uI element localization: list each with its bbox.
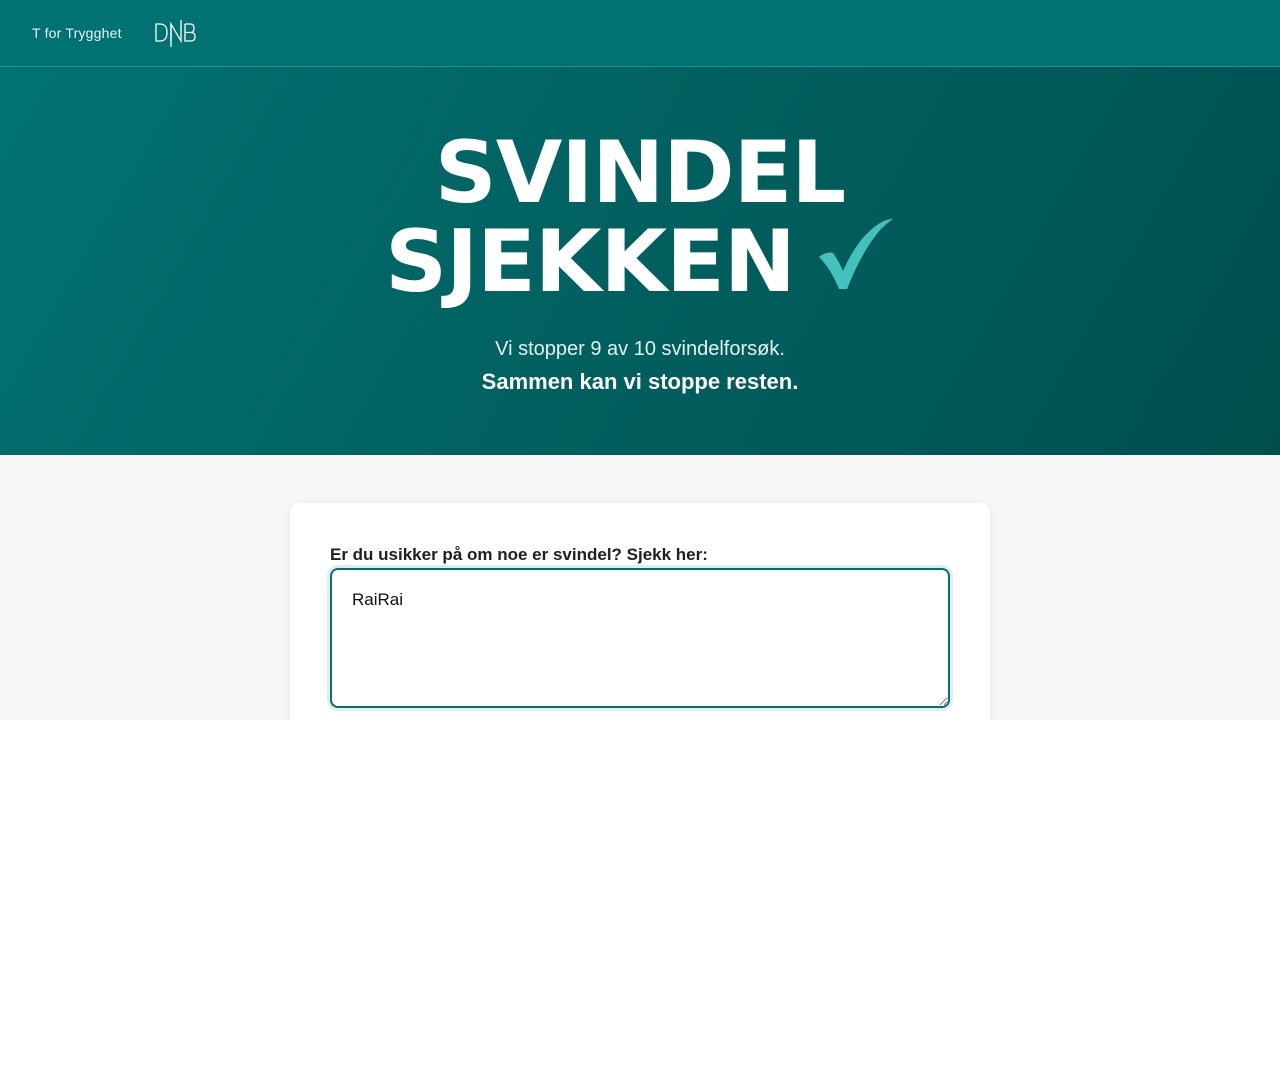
check-form-card: Er du usikker på om noe er svindel? Sjek… (290, 503, 990, 743)
hero-subtitle: Vi stopper 9 av 10 svindelforsøk. (495, 338, 785, 360)
blank-area (0, 720, 1280, 1092)
hero-title-line-1: SVINDEL (434, 123, 846, 223)
page: T for Trygghet SVINDEL SJEKKEN Vi stoppe… (0, 0, 1280, 1092)
top-bar: T for Trygghet (0, 0, 1280, 67)
content-area: Er du usikker på om noe er svindel? Sjek… (0, 455, 1280, 743)
check-textarea[interactable] (330, 568, 950, 708)
hero-title: SVINDEL SJEKKEN (385, 129, 895, 306)
hero-tagline: Sammen kan vi stoppe resten. (481, 369, 799, 394)
dnb-logo-icon (155, 20, 196, 47)
checkmark-icon (817, 217, 895, 306)
hero-banner: SVINDEL SJEKKEN Vi stopper 9 av 10 svind… (0, 67, 1280, 455)
dnb-logo[interactable] (154, 18, 198, 48)
check-field-label: Er du usikker på om noe er svindel? Sjek… (330, 545, 708, 564)
hero-title-line-2: SJEKKEN (385, 211, 796, 312)
hero-title-line-2-wrap: SJEKKEN (385, 217, 895, 306)
t-for-trygghet-link[interactable]: T for Trygghet (32, 25, 122, 41)
